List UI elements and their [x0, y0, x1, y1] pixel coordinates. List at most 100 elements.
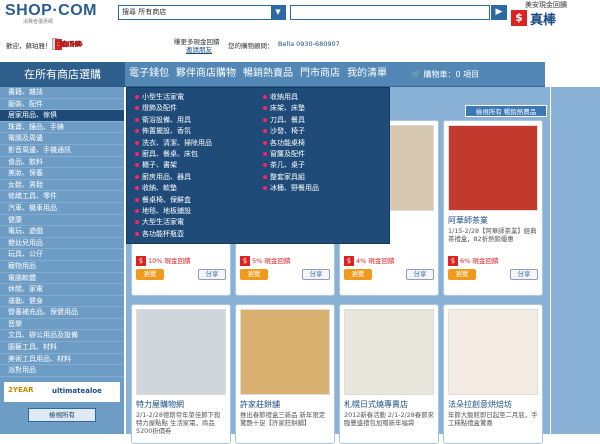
share-button[interactable]: 分享 — [198, 269, 226, 280]
sidebar-item[interactable]: 美妝、保養 — [0, 168, 124, 180]
sidebar-item[interactable]: 運動、健身 — [0, 296, 124, 308]
dropdown-item[interactable]: 收納、軟墊 — [135, 183, 212, 194]
sidebar-item[interactable]: 書籍、雜誌 — [0, 87, 124, 99]
dropdown-item[interactable]: 整套家具組 — [263, 172, 319, 183]
dropdown-item[interactable]: 廚具、餐桌、床包 — [135, 149, 212, 160]
sidebar-item[interactable]: 健康 — [0, 215, 124, 227]
sidebar-item[interactable]: 汽車、機車用品 — [0, 203, 124, 215]
view-button[interactable]: 瀏覽 — [240, 269, 268, 280]
dropdown-item[interactable]: 佈置擺設、香氛 — [135, 126, 212, 137]
sidebar-item[interactable]: 電腦軟體 — [0, 273, 124, 285]
product-card[interactable]: 阿華師茶業 1/15-2/28【阿華師茶業】經典茶禮盒，82折熱銷優惠 $6% 現金… — [443, 120, 543, 296]
view-all-bestsellers-button[interactable]: 檢視所有 暢銷熱賣品 — [465, 105, 547, 117]
sidebar-item[interactable]: 園藝工具、材料 — [0, 342, 124, 354]
sidebar-item[interactable]: 玩具、公仔 — [0, 249, 124, 261]
product-card[interactable]: 許家莊餅舖 推出春節禮盒三新品 新年限定驚艷十足【許家莊餅舖】 — [235, 304, 335, 444]
all-stores-button[interactable]: 在所有商店選購 — [0, 62, 125, 87]
dropdown-item[interactable]: 沙發、椅子 — [263, 126, 319, 137]
sidebar-item[interactable]: 修繕工具、零件 — [0, 191, 124, 203]
view-button[interactable]: 瀏覽 — [448, 269, 476, 280]
search-input[interactable] — [290, 5, 490, 20]
sidebar-item[interactable]: 電腦及周邊 — [0, 133, 124, 145]
product-card[interactable]: 特力屋購物網 2/1-2/28德斯帝年菜佳節下殺 特力屋點點 生活家電，商品520… — [131, 304, 231, 444]
sidebar-item[interactable]: 女鞋、男鞋 — [0, 180, 124, 192]
dropdown-item[interactable]: 各功能杯瓶壺 — [135, 229, 212, 240]
dropdown-item[interactable]: 刀具、餐具 — [263, 115, 319, 126]
sidebar-item[interactable]: 音樂 — [0, 319, 124, 331]
dropdown-item[interactable]: 收納用具 — [263, 92, 319, 103]
search-category-select[interactable]: 搜尋 所有商店 ▼ — [118, 5, 286, 20]
sidebar-item[interactable]: 影音周邊、手機通訊 — [0, 145, 124, 157]
dropdown-item[interactable]: 茶几、桌子 — [263, 160, 319, 171]
promo-banner[interactable]: 2YEAR ultimatealoe — [4, 382, 120, 402]
dropdown-item[interactable]: 地毯、地板鋪設 — [135, 206, 212, 217]
cashback-promo[interactable]: 美安現金回饋 $ 真棒 — [511, 0, 597, 30]
dropdown-item[interactable]: 床架、床墊 — [263, 103, 319, 114]
sidebar-item[interactable]: 嬰幼兒用品 — [0, 238, 124, 250]
product-image[interactable] — [240, 309, 330, 395]
sidebar-item[interactable]: 美術工具用品、材料 — [0, 354, 124, 366]
store-name[interactable]: 法朵拉創意烘焙坊 — [448, 399, 512, 410]
tab-my-list[interactable]: 我的清單 — [347, 68, 387, 79]
share-button[interactable]: 分享 — [302, 269, 330, 280]
advisor-contact[interactable]: Bella 0930-680907 — [278, 40, 340, 48]
tab-store-locations[interactable]: 門市商店 — [300, 68, 340, 79]
sidebar-item[interactable]: 營養補充品、保健用品 — [0, 307, 124, 319]
dropdown-item[interactable]: 冰桶、野餐用品 — [263, 183, 319, 194]
dropdown-item[interactable]: 櫃子、書架 — [135, 160, 212, 171]
logo-tagline: 消費者優惠網 — [23, 19, 54, 25]
dropdown-item[interactable]: 餐桌椅、保鮮盒 — [135, 195, 212, 206]
dropdown-item[interactable]: 廚房用品、器具 — [135, 172, 212, 183]
search-go-button[interactable]: ▶ — [491, 5, 507, 20]
product-image[interactable] — [344, 309, 434, 395]
bullet-icon — [135, 140, 139, 145]
sidebar-item[interactable]: 寵物用品 — [0, 261, 124, 273]
chevron-down-icon[interactable]: ▼ — [271, 6, 285, 19]
store-name[interactable]: 許家莊餅舖 — [240, 399, 280, 410]
bullet-icon — [135, 186, 139, 191]
product-image[interactable] — [136, 309, 226, 395]
sidebar-item[interactable]: 珠寶、鐘品、手錶 — [0, 122, 124, 134]
browse-all-button[interactable]: 檢視所有 — [28, 408, 96, 422]
bullet-icon — [263, 174, 267, 179]
shop-com-logo[interactable]: SHOP·COM 消費者優惠網 — [5, 2, 97, 25]
product-card[interactable]: 札幌日式燒專賣店 2012新春活動 2/1-2/28春節來臨豐盛禮包加贈新年福袋 — [339, 304, 439, 444]
bullet-icon — [263, 117, 267, 122]
tab-bestsellers[interactable]: 暢銷熱賣品 — [243, 68, 293, 79]
product-description: 推出春節禮盒三新品 新年限定驚艷十足【許家莊餅舖】 — [240, 411, 326, 427]
dropdown-item[interactable]: 燈飾及配件 — [135, 103, 212, 114]
rebate-label: $4% 現金回饋 — [344, 255, 394, 266]
cart-button[interactable]: 🛒 購物車：0 項目 — [405, 64, 545, 85]
dropdown-item[interactable]: 小型生活家電 — [135, 92, 212, 103]
store-name[interactable]: 札幌日式燒專賣店 — [344, 399, 408, 410]
sidebar-item[interactable]: 文具、辦公用品及設備 — [0, 330, 124, 343]
sidebar-item[interactable]: 派對用品 — [0, 365, 124, 377]
dropdown-item[interactable]: 衛浴設備、用具 — [135, 115, 212, 126]
share-button[interactable]: 分享 — [406, 269, 434, 280]
sidebar-item[interactable]: 居家用品、傢俱 — [0, 110, 124, 122]
view-button[interactable]: 瀏覽 — [344, 269, 372, 280]
sidebar-item[interactable]: 食品、飲料 — [0, 157, 124, 169]
invite-friends-link[interactable]: 邀請朋友 — [186, 44, 212, 54]
bullet-icon — [135, 163, 139, 168]
dropdown-item[interactable]: 大型生活家電 — [135, 217, 212, 228]
product-image[interactable] — [448, 125, 538, 211]
sidebar-item[interactable]: 電玩、遊戲 — [0, 226, 124, 238]
store-name[interactable]: 阿華師茶業 — [448, 215, 488, 226]
bullet-icon — [135, 197, 139, 202]
dropdown-item[interactable]: 窗簾及配件 — [263, 149, 319, 160]
tab-wallet[interactable]: 電子錢包 — [129, 68, 169, 79]
sidebar-item[interactable]: 休閒、家電 — [0, 284, 124, 296]
dropdown-item[interactable]: 洗衣、清潔、掃除用品 — [135, 138, 212, 149]
balance-badge[interactable]: 您有 NT$565 $ 現金回饋 — [52, 38, 83, 50]
product-card[interactable]: 法朵拉創意烘焙坊 年節大飯館即日起至二月底，手工糕點禮盒驚喜 — [443, 304, 543, 444]
bullet-icon — [263, 186, 267, 191]
dropdown-item[interactable]: 各功能桌椅 — [263, 138, 319, 149]
store-name[interactable]: 特力屋購物網 — [136, 399, 184, 410]
view-button[interactable]: 瀏覽 — [136, 269, 164, 280]
tab-partner-stores[interactable]: 夥伴商店購物 — [176, 68, 236, 79]
sidebar-item[interactable]: 服裝、配件 — [0, 99, 124, 111]
share-button[interactable]: 分享 — [510, 269, 538, 280]
product-image[interactable] — [448, 309, 538, 395]
right-rail — [551, 87, 600, 434]
